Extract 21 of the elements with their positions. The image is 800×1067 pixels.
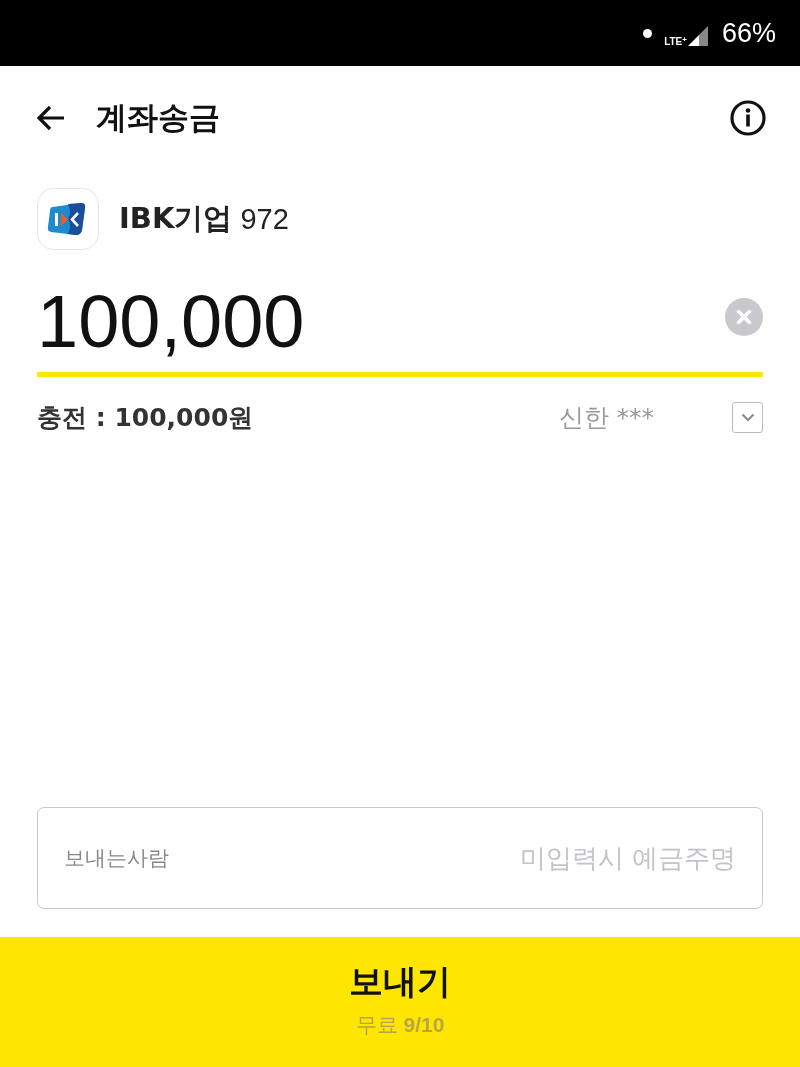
dot-icon	[643, 28, 653, 38]
bank-logo-icon	[37, 188, 99, 250]
signal-icon	[687, 24, 708, 46]
charge-source-text: 신한 ***	[558, 401, 654, 434]
battery-percentage: 66%	[721, 17, 776, 49]
back-button[interactable]	[36, 105, 66, 131]
field-label: 보내는사람	[64, 845, 169, 872]
network-type-label: LTE$^{+}$	[664, 35, 687, 48]
info-icon	[730, 100, 766, 136]
page-title: 계좌송금	[96, 98, 220, 137]
account-number: 972	[240, 202, 289, 236]
charge-amount-text: 충전 : 100,000원	[37, 401, 254, 434]
chevron-down-icon	[740, 412, 755, 422]
back-arrow-icon	[36, 105, 66, 131]
info-button[interactable]	[730, 100, 766, 136]
bank-name: IBK기업	[119, 200, 233, 237]
clear-icon	[725, 298, 763, 336]
sender-name-field[interactable]: 미입력시 예금주명	[189, 843, 736, 873]
dropdown-button[interactable]	[732, 401, 763, 433]
amount-field[interactable]: 100,000	[37, 279, 725, 363]
send-button[interactable]: 보내기 무료 9/10	[0, 937, 800, 1067]
